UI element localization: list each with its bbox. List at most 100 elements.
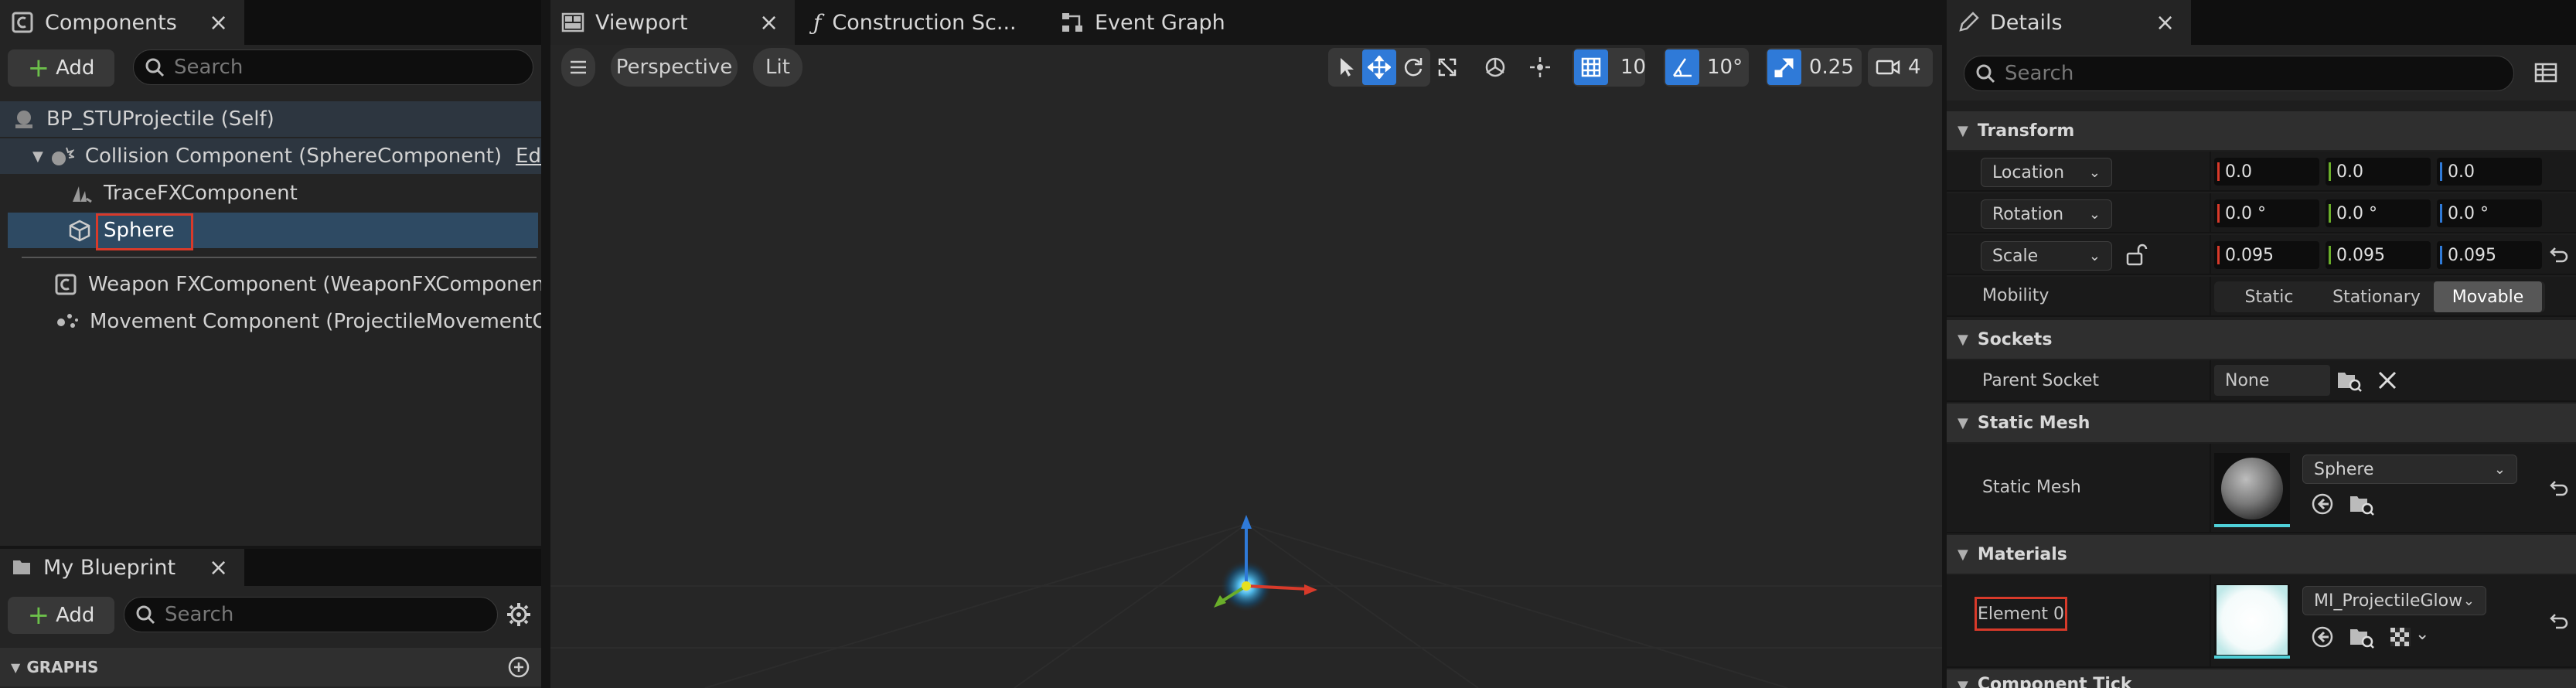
x-axis-bar <box>2217 162 2220 181</box>
chevron-down-icon: ⌄ <box>2088 206 2101 223</box>
checker-material-icon[interactable] <box>2389 626 2412 648</box>
chevron-down-icon: ▼ <box>11 659 21 675</box>
angle-snap-icon[interactable] <box>1665 49 1699 85</box>
scale-dropdown[interactable]: Scale ⌄ <box>1981 241 2112 271</box>
property-matrix-icon[interactable] <box>2534 62 2557 83</box>
element-0-label-box: Element 0 <box>1975 597 2067 631</box>
transform-section-header[interactable]: ▼ Transform <box>1947 111 2576 150</box>
chevron-down-icon: ▼ <box>1958 122 1968 139</box>
tree-item-root[interactable]: BP_STUProjectile (Self) <box>0 101 541 137</box>
static-mesh-section-header[interactable]: ▼ Static Mesh <box>1947 404 2576 442</box>
grid-snap-icon[interactable] <box>1574 49 1608 85</box>
z-axis-bar <box>2440 162 2442 181</box>
tree-item-sphere[interactable]: Sphere <box>8 213 538 248</box>
tab-details[interactable]: Details × <box>1947 0 2191 45</box>
scale-y-field[interactable]: 0.095 <box>2326 241 2431 269</box>
close-icon[interactable]: × <box>2155 9 2175 36</box>
rotation-y-field[interactable]: 0.0 ° <box>2326 199 2431 227</box>
static-mesh-label: Static Mesh <box>1982 478 2081 497</box>
chevron-down-icon[interactable]: ▼ <box>32 148 43 165</box>
scale-tool-icon[interactable] <box>1430 49 1464 85</box>
viewport-scene[interactable] <box>550 91 1942 688</box>
location-x-value: 0.0 <box>2225 162 2252 182</box>
add-component-button[interactable]: + Add <box>8 49 114 87</box>
parent-socket-field[interactable]: None <box>2214 365 2330 396</box>
material-dropdown[interactable]: MI_ProjectileGlow ⌄ <box>2302 586 2486 615</box>
component-tick-section-header[interactable]: ▼ Component Tick <box>1947 669 2576 688</box>
tree-item-tracefx[interactable]: TraceFXComponent <box>0 175 541 211</box>
components-search-input[interactable]: Search <box>133 49 533 85</box>
tree-item-movement[interactable]: Movement Component (ProjectileMovementCo… <box>0 304 541 339</box>
mobility-movable-option[interactable]: Movable <box>2434 281 2542 312</box>
movable-label: Movable <box>2452 287 2524 307</box>
event-graph-tab-title: Event Graph <box>1095 10 1225 35</box>
rotation-dropdown[interactable]: Rotation ⌄ <box>1981 199 2112 229</box>
materials-section-header[interactable]: ▼ Materials <box>1947 535 2576 574</box>
details-pencil-icon <box>1958 12 1979 33</box>
tree-item-collision[interactable]: ▼ Collision Component (SphereComponent) … <box>0 138 541 174</box>
viewport-tab-title: Viewport <box>595 10 688 35</box>
browse-asset-icon[interactable] <box>2349 492 2375 516</box>
rotation-x-value: 0.0 ° <box>2225 203 2266 223</box>
chevron-down-icon[interactable]: ⌄ <box>2415 625 2429 644</box>
scale-z-field[interactable]: 0.095 <box>2437 241 2542 269</box>
add-blueprint-item-button[interactable]: + Add <box>8 597 114 634</box>
details-search-input[interactable]: Search <box>1964 56 2514 91</box>
blueprint-search-input[interactable]: Search <box>124 597 498 632</box>
stationary-label: Stationary <box>2332 287 2421 307</box>
add-graph-icon[interactable] <box>507 656 530 679</box>
sockets-section-header[interactable]: ▼ Sockets <box>1947 320 2576 359</box>
static-mesh-dropdown[interactable]: Sphere ⌄ <box>2302 455 2517 484</box>
components-tabbar: Components × <box>0 0 541 45</box>
perspective-button[interactable]: Perspective <box>611 48 738 87</box>
mobility-static-option[interactable]: Static <box>2219 281 2319 312</box>
gear-icon[interactable] <box>506 601 532 628</box>
reset-to-default-icon[interactable] <box>2548 479 2568 498</box>
translate-tool-icon[interactable] <box>1362 49 1396 85</box>
browse-socket-icon[interactable] <box>2336 368 2363 393</box>
movement-icon <box>54 310 79 333</box>
column-divider <box>2210 360 2211 400</box>
rotate-tool-icon[interactable] <box>1396 49 1430 85</box>
camera-icon[interactable] <box>1871 49 1905 85</box>
rotation-x-field[interactable]: 0.0 ° <box>2214 199 2319 227</box>
plus-icon: + <box>27 600 50 631</box>
use-selected-asset-icon[interactable] <box>2310 492 2335 516</box>
viewport-menu-button[interactable] <box>561 48 595 87</box>
reset-to-default-icon[interactable] <box>2548 246 2568 264</box>
mobility-stationary-option[interactable]: Stationary <box>2321 281 2432 312</box>
tab-event-graph[interactable]: Event Graph <box>1050 0 1282 45</box>
coordinate-space-icon[interactable] <box>1478 49 1512 85</box>
tab-my-blueprint[interactable]: My Blueprint × <box>0 549 244 586</box>
browse-asset-icon[interactable] <box>2349 625 2375 649</box>
material-thumbnail[interactable] <box>2214 584 2290 659</box>
select-tool-icon[interactable] <box>1330 49 1364 85</box>
tab-construction-script[interactable]: ƒ Construction Sc... <box>802 0 1034 45</box>
tree-item-weaponfx[interactable]: Weapon FXComponent (WeaponFXComponent) <box>0 267 541 302</box>
collision-edit-link[interactable]: Edit in <box>516 145 541 168</box>
surface-snap-icon[interactable] <box>1523 49 1557 85</box>
location-dropdown[interactable]: Location ⌄ <box>1981 158 2112 187</box>
plus-icon: + <box>27 53 50 83</box>
parent-socket-value: None <box>2225 370 2270 390</box>
location-y-field[interactable]: 0.0 <box>2326 158 2431 186</box>
close-icon[interactable]: × <box>209 554 228 581</box>
scale-snap-icon[interactable] <box>1767 49 1801 85</box>
rotation-z-field[interactable]: 0.0 ° <box>2437 199 2542 227</box>
reset-to-default-icon[interactable] <box>2548 612 2568 631</box>
clear-socket-icon[interactable] <box>2377 370 2398 391</box>
rotation-z-value: 0.0 ° <box>2448 203 2489 223</box>
static-mesh-thumbnail[interactable] <box>2214 453 2290 527</box>
use-selected-asset-icon[interactable] <box>2310 625 2335 649</box>
scale-x-field[interactable]: 0.095 <box>2214 241 2319 269</box>
lit-button[interactable]: Lit <box>753 48 802 87</box>
tab-components[interactable]: Components × <box>0 0 244 45</box>
unlock-icon[interactable] <box>2125 243 2148 267</box>
close-icon[interactable]: × <box>759 9 779 36</box>
location-x-field[interactable]: 0.0 <box>2214 158 2319 186</box>
close-icon[interactable]: × <box>209 9 228 36</box>
location-z-field[interactable]: 0.0 <box>2437 158 2542 186</box>
mobility-label: Mobility <box>1982 286 2050 305</box>
graphs-section-header[interactable]: ▼ GRAPHS <box>0 648 541 686</box>
tab-viewport[interactable]: Viewport × <box>550 0 795 45</box>
